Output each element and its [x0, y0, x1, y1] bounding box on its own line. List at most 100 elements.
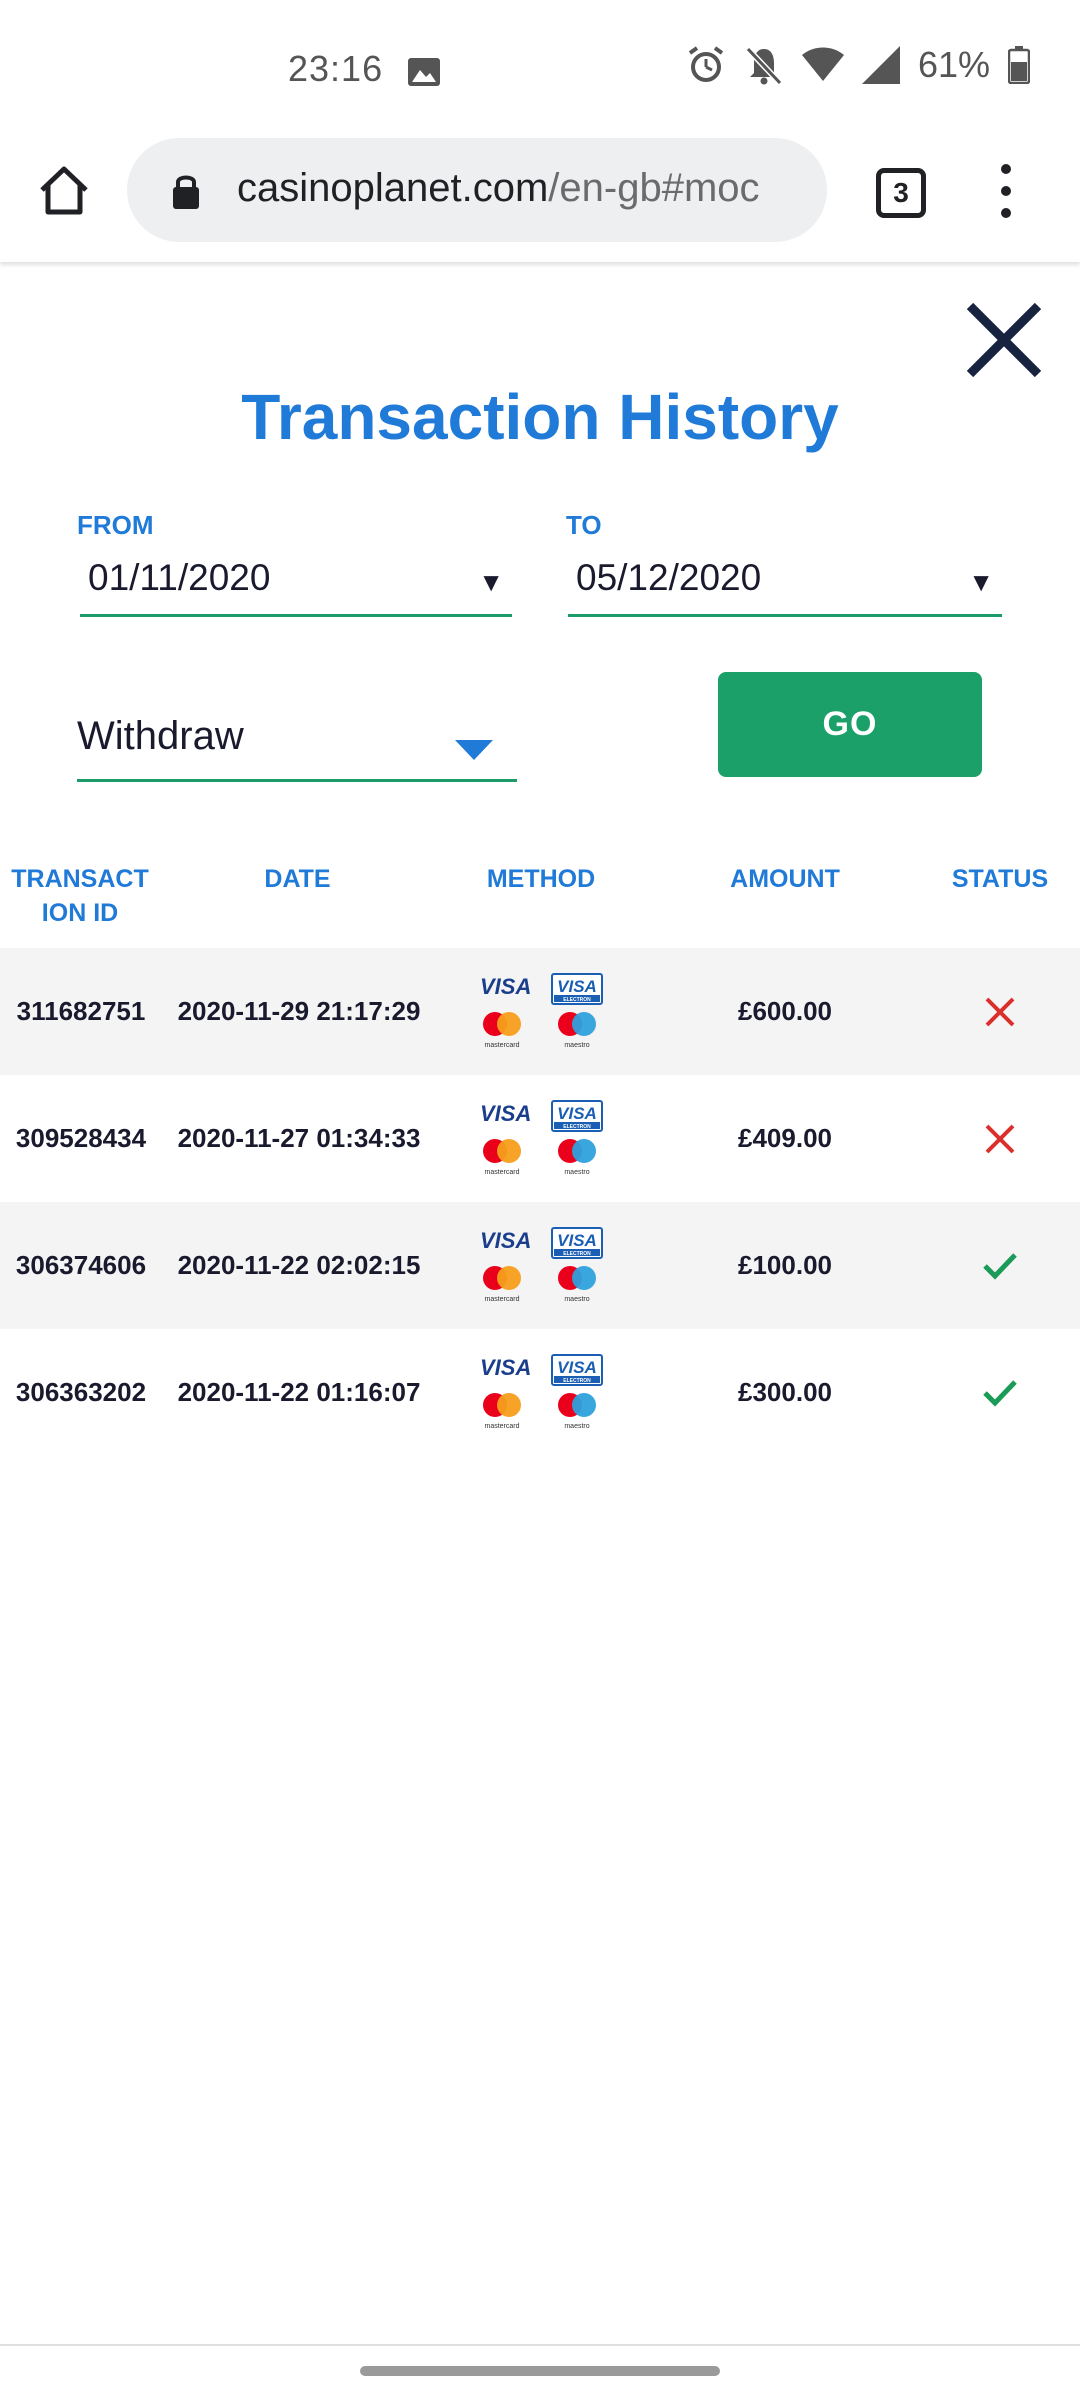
maestro-logo: maestro	[558, 1393, 596, 1430]
svg-text:ELECTRON: ELECTRON	[563, 997, 591, 1003]
lock-icon	[173, 175, 199, 209]
svg-text:VISA: VISA	[480, 1355, 531, 1380]
to-date-value: 05/12/2020	[576, 557, 762, 598]
status-indicator	[960, 1075, 1040, 1202]
status-time: 23:16	[288, 48, 384, 89]
visa-logo: VISA	[480, 1101, 531, 1126]
mastercard-logo: mastercard	[483, 1393, 521, 1430]
caret-down-icon: ▼	[478, 567, 504, 597]
header-id-line2: ION ID	[41, 899, 119, 927]
cross-icon	[985, 1124, 1015, 1153]
visa-electron-logo: VISA ELECTRON	[551, 973, 603, 1005]
mastercard-logo: mastercard	[483, 1012, 521, 1049]
svg-text:VISA: VISA	[480, 1228, 531, 1253]
signal-icon	[861, 46, 900, 84]
payment-methods-logos: VISA VISA ELECTRON mastercard maestro	[480, 1227, 603, 1303]
visa-electron-logo: VISA ELECTRON	[551, 1227, 603, 1259]
url-domain: casinoplanet.com	[237, 166, 549, 210]
transaction-date: 2020-11-22 01:16:07	[177, 1377, 421, 1407]
go-button[interactable]: GO	[718, 672, 982, 777]
transaction-type-value: Withdraw	[77, 714, 244, 758]
home-icon[interactable]	[36, 162, 92, 218]
status-indicator	[960, 1202, 1040, 1329]
mastercard-logo: mastercard	[483, 1139, 521, 1176]
address-bar[interactable]: casinoplanet.com/en-gb#moc	[127, 138, 827, 242]
payment-methods-logos: VISA VISA ELECTRON mastercard maestro	[480, 973, 603, 1049]
table-row: 306374606 2020-11-22 02:02:15 VISA VISA …	[0, 1202, 1080, 1329]
svg-text:maestro: maestro	[564, 1423, 589, 1430]
header-date: DATE	[264, 865, 331, 893]
visa-electron-logo: VISA ELECTRON	[551, 1100, 603, 1132]
transaction-amount: £600.00	[738, 996, 832, 1026]
header-method: METHOD	[486, 865, 596, 893]
header-status: STATUS	[951, 865, 1049, 893]
transaction-id: 306363202	[15, 1377, 147, 1407]
battery-icon	[1008, 46, 1030, 84]
payment-methods-logos: VISA VISA ELECTRON mastercard maestro	[480, 1354, 603, 1430]
transaction-date: 2020-11-29 21:17:29	[177, 996, 421, 1026]
more-menu-icon[interactable]	[990, 164, 1022, 224]
transaction-amount: £100.00	[738, 1250, 832, 1280]
svg-text:VISA: VISA	[557, 1231, 597, 1250]
page-title: Transaction History	[241, 381, 839, 453]
browser-toolbar: casinoplanet.com/en-gb#moc 3	[0, 132, 1080, 262]
svg-text:mastercard: mastercard	[484, 1169, 519, 1176]
status-indicator	[960, 948, 1040, 1075]
cross-icon	[985, 997, 1015, 1026]
svg-text:ELECTRON: ELECTRON	[563, 1124, 591, 1130]
svg-text:VISA: VISA	[480, 1101, 531, 1126]
gesture-handle[interactable]	[360, 2366, 720, 2376]
visa-logo: VISA	[480, 1355, 531, 1380]
status-icons: 61%	[686, 44, 1030, 86]
from-date-select[interactable]: 01/11/2020 ▼	[80, 553, 512, 617]
url-text[interactable]: casinoplanet.com/en-gb#moc	[237, 166, 760, 211]
svg-text:mastercard: mastercard	[484, 1296, 519, 1303]
visa-logo: VISA	[480, 1228, 531, 1253]
battery-percent: 61%	[917, 44, 990, 85]
status-indicator	[960, 1329, 1040, 1456]
maestro-logo: maestro	[558, 1139, 596, 1176]
svg-text:maestro: maestro	[564, 1042, 589, 1049]
transaction-id: 309528434	[15, 1123, 147, 1153]
svg-text:ELECTRON: ELECTRON	[563, 1378, 591, 1384]
checkmark-icon	[983, 1379, 1017, 1407]
table-row: 306363202 2020-11-22 01:16:07 VISA VISA …	[0, 1329, 1080, 1456]
svg-text:VISA: VISA	[480, 974, 531, 999]
checkmark-icon	[983, 1252, 1017, 1280]
svg-text:mastercard: mastercard	[484, 1423, 519, 1430]
caret-down-icon: ▼	[968, 567, 994, 597]
close-icon[interactable]	[964, 300, 1044, 380]
to-label: TO	[566, 510, 602, 540]
tab-switcher-button[interactable]: 3	[876, 168, 926, 218]
maestro-logo: maestro	[558, 1266, 596, 1303]
svg-text:VISA: VISA	[557, 977, 597, 996]
transaction-id: 311682751	[16, 996, 146, 1026]
header-amount: AMOUNT	[730, 865, 840, 893]
transaction-amount: £409.00	[738, 1123, 832, 1153]
svg-text:VISA: VISA	[557, 1358, 597, 1377]
url-path: /en-gb#moc	[548, 166, 760, 210]
wifi-icon	[801, 47, 844, 81]
transaction-id: 306374606	[15, 1250, 147, 1280]
status-bar: 23:16 61%	[0, 0, 1080, 140]
svg-text:maestro: maestro	[564, 1296, 589, 1303]
from-date-value: 01/11/2020	[88, 557, 271, 598]
transaction-type-select[interactable]: Withdraw	[77, 710, 517, 782]
triangle-down-icon	[455, 740, 493, 760]
transaction-date: 2020-11-22 02:02:15	[177, 1250, 421, 1280]
table-row: 309528434 2020-11-27 01:34:33 VISA VISA …	[0, 1075, 1080, 1202]
mastercard-logo: mastercard	[483, 1266, 521, 1303]
table-header: TRANSACT ION ID DATE METHOD AMOUNT STATU…	[0, 862, 1080, 942]
header-transaction-id: TRANSACT ION ID	[0, 862, 160, 930]
svg-text:maestro: maestro	[564, 1169, 589, 1176]
svg-text:ELECTRON: ELECTRON	[563, 1251, 591, 1257]
svg-text:mastercard: mastercard	[484, 1042, 519, 1049]
transaction-date: 2020-11-27 01:34:33	[177, 1123, 421, 1153]
to-date-select[interactable]: 05/12/2020 ▼	[568, 553, 1002, 617]
visa-electron-logo: VISA ELECTRON	[551, 1354, 603, 1386]
alarm-icon	[688, 46, 724, 82]
navigation-bar-divider	[0, 2344, 1080, 2346]
from-label: FROM	[77, 510, 154, 540]
bell-off-icon	[745, 46, 783, 85]
visa-logo: VISA	[480, 974, 531, 999]
